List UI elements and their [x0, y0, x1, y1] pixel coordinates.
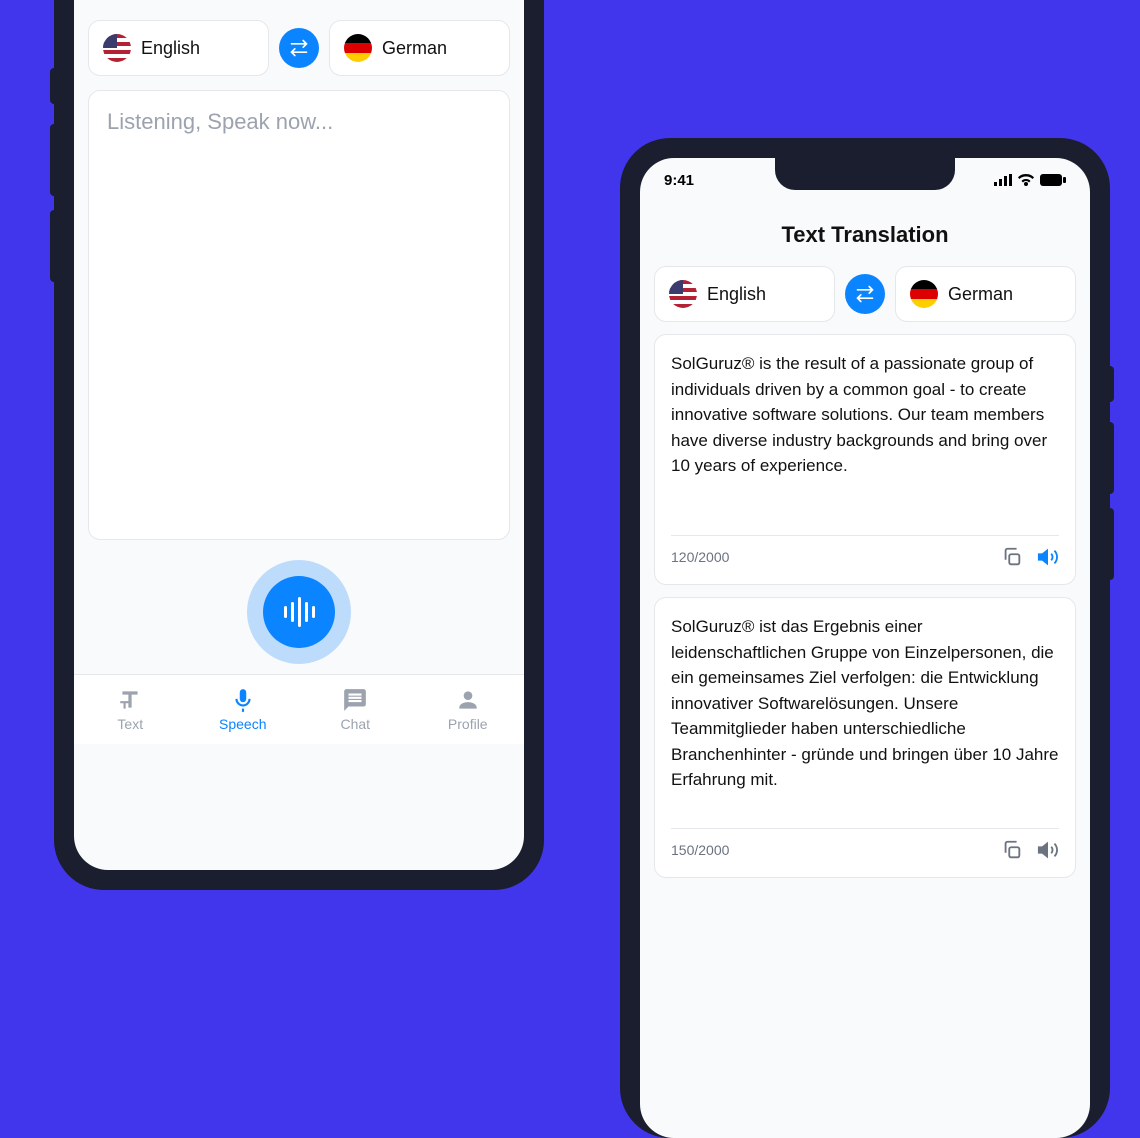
- target-text: SolGuruz® ist das Ergebnis einer leidens…: [671, 614, 1059, 814]
- profile-icon: [455, 687, 481, 713]
- de-flag-icon: [344, 34, 372, 62]
- statusbar-time: 9:41: [664, 172, 694, 189]
- chat-icon: [342, 687, 368, 713]
- speaker-icon[interactable]: [1037, 546, 1059, 568]
- source-language-label: English: [707, 284, 766, 305]
- copy-icon[interactable]: [1001, 546, 1023, 568]
- swap-languages-button[interactable]: [845, 274, 885, 314]
- tab-speech[interactable]: Speech: [187, 675, 300, 744]
- speaker-icon[interactable]: [1037, 839, 1059, 861]
- us-flag-icon: [103, 34, 131, 62]
- target-language-label: German: [948, 284, 1013, 305]
- tab-chat[interactable]: Chat: [299, 675, 412, 744]
- cellular-icon: [994, 174, 1012, 186]
- swap-languages-button[interactable]: [279, 28, 319, 68]
- source-text-card: SolGuruz® is the result of a passionate …: [654, 334, 1076, 585]
- battery-icon: [1040, 174, 1066, 186]
- target-language-pill[interactable]: German: [329, 20, 510, 76]
- microphone-button[interactable]: [247, 560, 351, 664]
- de-flag-icon: [910, 280, 938, 308]
- phone-right: 9:41 Text Translation English German: [620, 138, 1110, 1138]
- tab-text[interactable]: Text: [74, 675, 187, 744]
- target-language-label: German: [382, 38, 447, 59]
- microphone-wrap: [74, 560, 524, 664]
- source-language-pill[interactable]: English: [88, 20, 269, 76]
- notch: [775, 158, 955, 190]
- tab-speech-label: Speech: [219, 716, 266, 732]
- source-char-count: 120/2000: [671, 549, 729, 565]
- source-text[interactable]: SolGuruz® is the result of a passionate …: [671, 351, 1059, 521]
- swap-icon: [289, 38, 309, 58]
- mic-icon: [230, 687, 256, 713]
- tabbar: Text Speech Chat Profile: [74, 674, 524, 744]
- speech-placeholder: Listening, Speak now...: [107, 109, 491, 135]
- tab-chat-label: Chat: [340, 716, 370, 732]
- phone-left: English German Listening, Speak now...: [54, 0, 544, 890]
- tab-profile-label: Profile: [448, 716, 488, 732]
- swap-icon: [855, 284, 875, 304]
- wifi-icon: [1018, 174, 1034, 186]
- target-char-count: 150/2000: [671, 842, 729, 858]
- target-text-card: SolGuruz® ist das Ergebnis einer leidens…: [654, 597, 1076, 878]
- source-language-label: English: [141, 38, 200, 59]
- us-flag-icon: [669, 280, 697, 308]
- language-selector-row: English German: [640, 266, 1090, 322]
- text-icon: [117, 687, 143, 713]
- page-title: Text Translation: [640, 202, 1090, 266]
- tab-text-label: Text: [117, 716, 143, 732]
- target-language-pill[interactable]: German: [895, 266, 1076, 322]
- tab-profile[interactable]: Profile: [412, 675, 525, 744]
- speech-input-area[interactable]: Listening, Speak now...: [88, 90, 510, 540]
- language-selector-row: English German: [74, 20, 524, 76]
- waveform-icon: [263, 576, 335, 648]
- source-language-pill[interactable]: English: [654, 266, 835, 322]
- copy-icon[interactable]: [1001, 839, 1023, 861]
